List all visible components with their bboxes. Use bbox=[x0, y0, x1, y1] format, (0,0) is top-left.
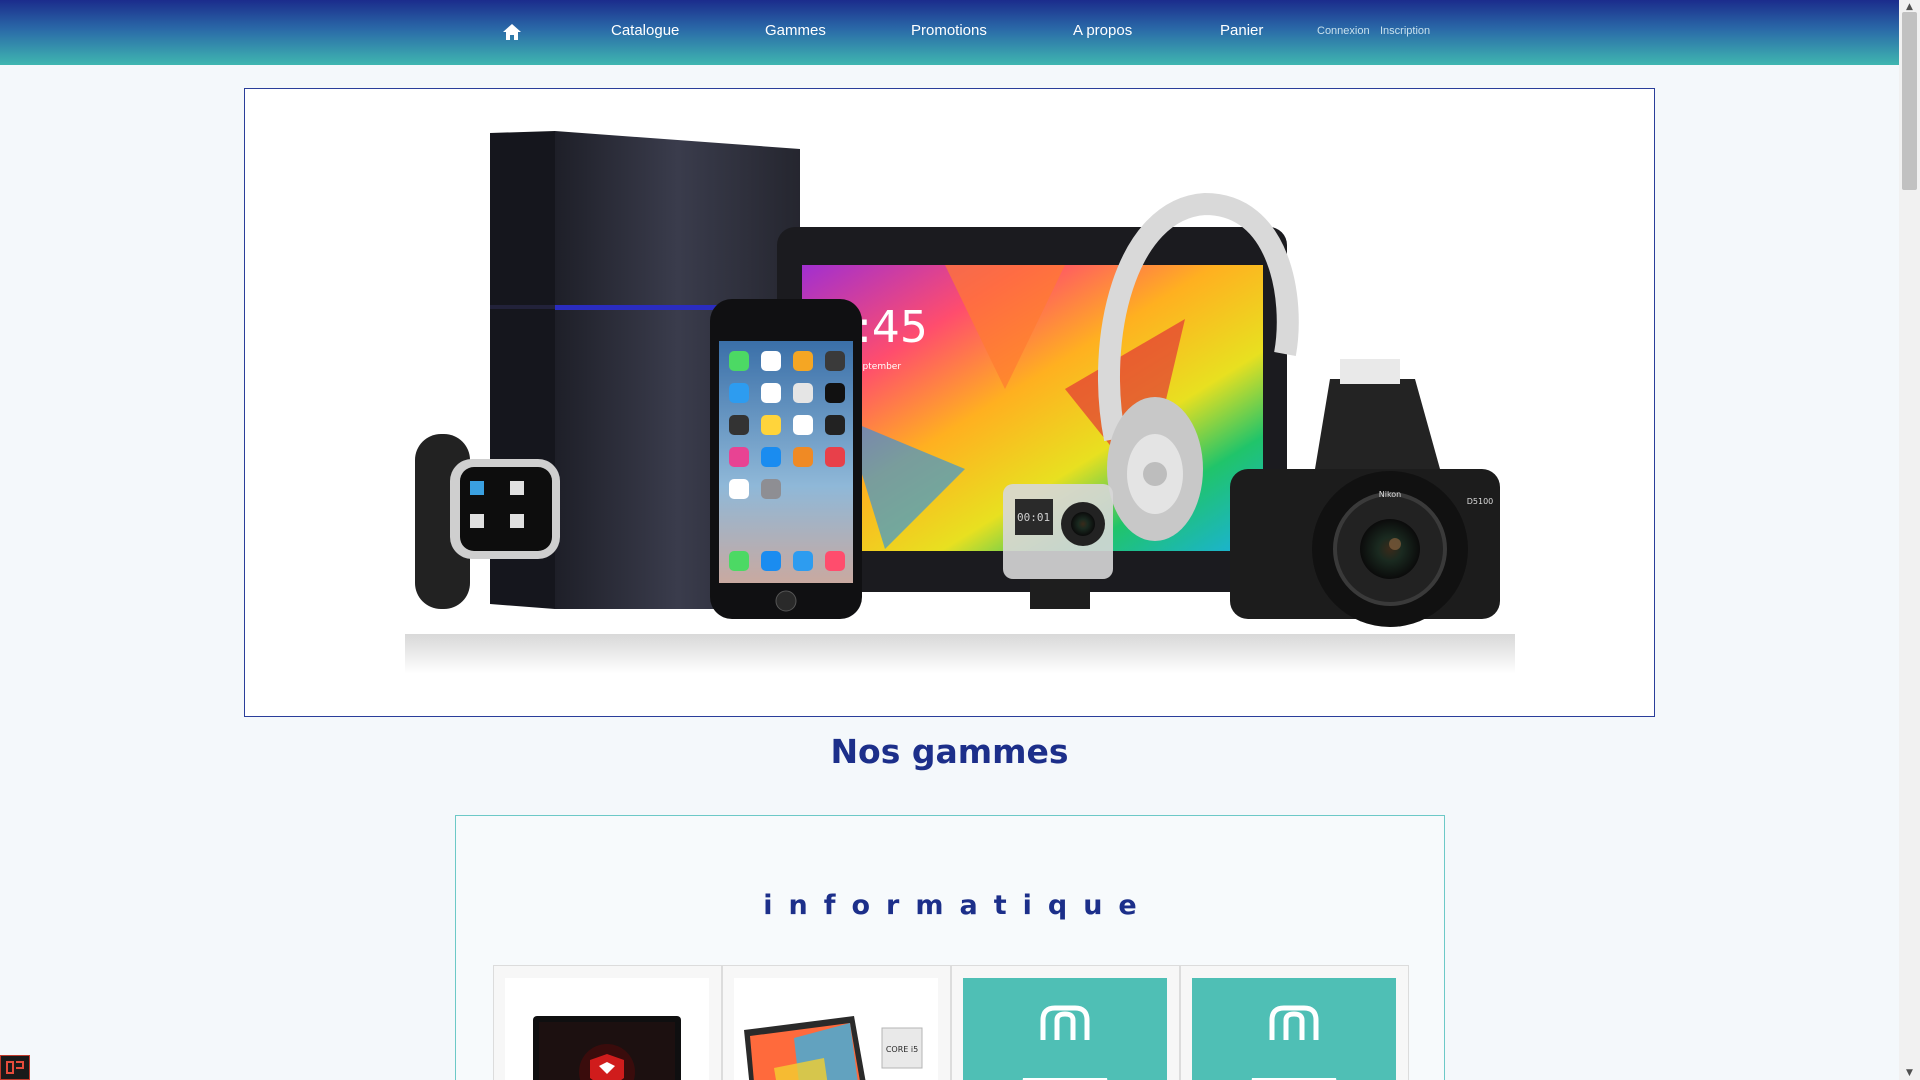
scroll-down-icon[interactable]: ▼ bbox=[1899, 1066, 1920, 1080]
product-card-2[interactable]: CORE i5 bbox=[722, 965, 951, 1080]
signup-link[interactable]: Inscription bbox=[1380, 25, 1430, 37]
product-card-4[interactable] bbox=[1180, 965, 1409, 1080]
category-title[interactable]: informatique bbox=[456, 890, 1444, 921]
home-icon[interactable] bbox=[502, 22, 522, 42]
product-card-1[interactable] bbox=[493, 965, 722, 1080]
camera-model: D5100 bbox=[1467, 497, 1494, 506]
product-card-3[interactable] bbox=[951, 965, 1180, 1080]
gopro-display: 00:01 bbox=[1017, 511, 1050, 524]
electronics-banner-image: :45 eptember 00:01 Nikon D5100 bbox=[405, 131, 1515, 674]
cpu-sticker: CORE i5 bbox=[886, 1045, 918, 1054]
nav-link-promotions[interactable]: Promotions bbox=[911, 22, 987, 39]
category-panel: informatique CORE i5 bbox=[455, 815, 1445, 1080]
shopping-bag-icon bbox=[1022, 1005, 1108, 1080]
tablet-date: eptember bbox=[857, 362, 901, 372]
hero-banner: :45 eptember 00:01 Nikon D5100 bbox=[244, 88, 1655, 717]
product-image-placeholder[interactable] bbox=[963, 978, 1167, 1080]
shopping-bag-icon bbox=[1251, 1005, 1337, 1080]
page-scrollbar[interactable]: ▲ ▼ bbox=[1899, 0, 1920, 1080]
navbar: Catalogue Gammes Promotions A propos Pan… bbox=[0, 0, 1899, 65]
tablet-clock: :45 bbox=[857, 302, 928, 353]
scroll-thumb[interactable] bbox=[1902, 12, 1917, 190]
product-image-colorful-laptop[interactable]: CORE i5 bbox=[734, 978, 938, 1080]
nav-link-gammes[interactable]: Gammes bbox=[765, 22, 826, 39]
nav-link-a-propos[interactable]: A propos bbox=[1073, 22, 1132, 39]
nav-link-catalogue[interactable]: Catalogue bbox=[611, 22, 679, 39]
debug-toolbar-icon[interactable] bbox=[0, 1055, 30, 1080]
section-title: Nos gammes bbox=[830, 732, 1069, 771]
login-link[interactable]: Connexion bbox=[1317, 25, 1370, 37]
camera-brand: Nikon bbox=[1379, 490, 1402, 499]
product-image-msi-laptop[interactable] bbox=[505, 978, 709, 1080]
product-image-placeholder[interactable] bbox=[1192, 978, 1396, 1080]
nav-link-panier[interactable]: Panier bbox=[1220, 22, 1263, 39]
